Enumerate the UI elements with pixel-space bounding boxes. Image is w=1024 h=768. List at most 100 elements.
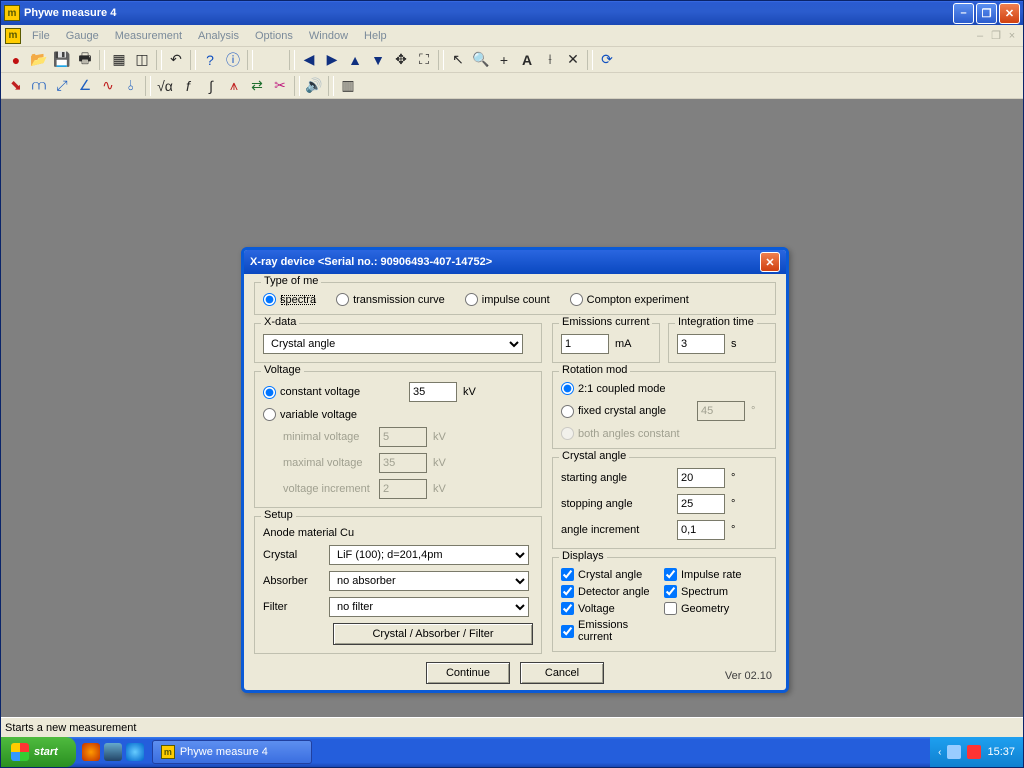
speaker-icon[interactable]: 🔊 [303, 75, 325, 97]
inc-angle-input[interactable] [677, 520, 725, 540]
task-phywe[interactable]: m Phywe measure 4 [152, 740, 312, 764]
toolbars: ● 📂 💾 🖶 ▦ ◫ ↶ ? ⓘ ◀ ▶ ▲ ▼ ✥ ⛶ ↖ 🔍 + A [1, 47, 1023, 99]
menu-options[interactable]: Options [248, 28, 300, 44]
nav-down-icon[interactable]: ▼ [367, 49, 389, 71]
cancel-button[interactable]: Cancel [520, 662, 604, 684]
save-icon[interactable]: 💾 [51, 49, 73, 71]
radio-impulse[interactable]: impulse count [465, 293, 550, 306]
crystal-angle-group: Crystal angle starting angle° stopping a… [552, 457, 776, 549]
radio-both: both angles constant [561, 427, 680, 440]
function-icon[interactable]: f [177, 75, 199, 97]
radio-fixed[interactable]: fixed crystal angle [561, 405, 691, 418]
help-icon[interactable]: ? [199, 49, 221, 71]
grid-icon[interactable]: ▦ [108, 49, 130, 71]
minimize-button[interactable]: – [953, 3, 974, 24]
print-icon[interactable]: 🖶 [74, 49, 96, 71]
menu-file[interactable]: File [25, 28, 57, 44]
rotation-group: Rotation mod 2:1 coupled mode fixed crys… [552, 371, 776, 449]
radio-spectra[interactable]: spectra [263, 293, 316, 306]
crosshair-icon[interactable]: + [493, 49, 515, 71]
nav-up-icon[interactable]: ▲ [344, 49, 366, 71]
dialog-close-button[interactable]: ✕ [760, 252, 780, 272]
xdata-select[interactable]: Crystal angle [263, 334, 523, 354]
text-icon[interactable]: A [516, 49, 538, 71]
radio-transmission[interactable]: transmission curve [336, 293, 445, 306]
mdi-restore[interactable]: ❐ [989, 29, 1003, 43]
fit-icon[interactable]: ⛶ [413, 49, 435, 71]
menu-analysis[interactable]: Analysis [191, 28, 246, 44]
cut-icon[interactable]: ✂ [269, 75, 291, 97]
chk-voltage[interactable]: Voltage [561, 602, 664, 615]
ql-ie-icon[interactable] [126, 743, 144, 761]
emissions-input[interactable] [561, 334, 609, 354]
measure-icon[interactable]: ⟊ [539, 49, 561, 71]
zoom-icon[interactable]: 🔍 [470, 49, 492, 71]
tool-2-icon[interactable]: ⩋ [28, 75, 50, 97]
start-angle-input[interactable] [677, 468, 725, 488]
type-group-title: Type of me [261, 275, 321, 287]
close-button[interactable]: ✕ [999, 3, 1020, 24]
move-icon[interactable]: ✥ [390, 49, 412, 71]
type-group: Type of me spectra transmission curve im… [254, 282, 776, 315]
continue-button[interactable]: Continue [426, 662, 510, 684]
clock: 15:37 [987, 746, 1015, 758]
chk-spectrum[interactable]: Spectrum [664, 585, 767, 598]
tool-5-icon[interactable]: ∿ [97, 75, 119, 97]
start-button[interactable]: start [1, 737, 76, 767]
tool-3-icon[interactable]: ⤢ [51, 75, 73, 97]
tool-1-icon[interactable]: ⬊ [5, 75, 27, 97]
chk-crystal-angle[interactable]: Crystal angle [561, 568, 664, 581]
open-icon[interactable]: 📂 [28, 49, 50, 71]
menu-help[interactable]: Help [357, 28, 394, 44]
radio-compton[interactable]: Compton experiment [570, 293, 689, 306]
tray-icon-2[interactable] [967, 745, 981, 759]
windows-logo-icon [11, 743, 29, 761]
menu-measurement[interactable]: Measurement [108, 28, 189, 44]
export-icon[interactable]: ▥ [337, 75, 359, 97]
undo-icon[interactable]: ↶ [165, 49, 187, 71]
titlebar: m Phywe measure 4 – ❐ ✕ [1, 1, 1023, 25]
tool-6-icon[interactable]: ⫰ [120, 75, 142, 97]
record-icon[interactable]: ● [5, 49, 27, 71]
systray: ‹ 15:37 [930, 737, 1023, 767]
constant-voltage-input[interactable] [409, 382, 457, 402]
displays-group: Displays Crystal angle Impulse rate Dete… [552, 557, 776, 652]
crystal-select[interactable]: LiF (100); d=201,4pm [329, 545, 529, 565]
cursor-icon[interactable]: ↖ [447, 49, 469, 71]
window-icon[interactable]: ◫ [131, 49, 153, 71]
absorber-select[interactable]: no absorber [329, 571, 529, 591]
peak-icon[interactable]: ⩚ [223, 75, 245, 97]
status-text: Starts a new measurement [5, 722, 136, 734]
setup-group: Setup Anode material Cu Crystal LiF (100… [254, 516, 542, 654]
info-icon[interactable]: ⓘ [222, 49, 244, 71]
nav-right-icon[interactable]: ▶ [321, 49, 343, 71]
maximize-button[interactable]: ❐ [976, 3, 997, 24]
tray-icon-1[interactable] [947, 745, 961, 759]
menu-window[interactable]: Window [302, 28, 355, 44]
caf-button[interactable]: Crystal / Absorber / Filter [333, 623, 533, 645]
integral-icon[interactable]: ∫ [200, 75, 222, 97]
nav-left-icon[interactable]: ◀ [298, 49, 320, 71]
mdi-doc-icon: m [5, 28, 21, 44]
ql-desktop-icon[interactable] [104, 743, 122, 761]
tray-arrow-icon[interactable]: ‹ [938, 747, 941, 758]
stop-angle-input[interactable] [677, 494, 725, 514]
radio-constant-voltage[interactable]: constant voltage [263, 386, 403, 399]
refresh-icon[interactable]: ⟳ [596, 49, 618, 71]
sqrt-icon[interactable]: √α [154, 75, 176, 97]
menu-gauge[interactable]: Gauge [59, 28, 106, 44]
integration-input[interactable] [677, 334, 725, 354]
mdi-minimize[interactable]: – [973, 29, 987, 43]
mdi-close[interactable]: × [1005, 29, 1019, 43]
radio-variable-voltage[interactable]: variable voltage [263, 408, 357, 421]
filter-select[interactable]: no filter [329, 597, 529, 617]
chk-impulse[interactable]: Impulse rate [664, 568, 767, 581]
chk-geometry[interactable]: Geometry [664, 602, 767, 615]
chk-emissions[interactable]: Emissions current [561, 619, 664, 643]
caliper-icon[interactable]: ✕ [562, 49, 584, 71]
radio-coupled[interactable]: 2:1 coupled mode [561, 382, 665, 395]
adjust-icon[interactable]: ⇄ [246, 75, 268, 97]
tool-4-icon[interactable]: ∠ [74, 75, 96, 97]
ql-firefox-icon[interactable] [82, 743, 100, 761]
chk-detector[interactable]: Detector angle [561, 585, 664, 598]
